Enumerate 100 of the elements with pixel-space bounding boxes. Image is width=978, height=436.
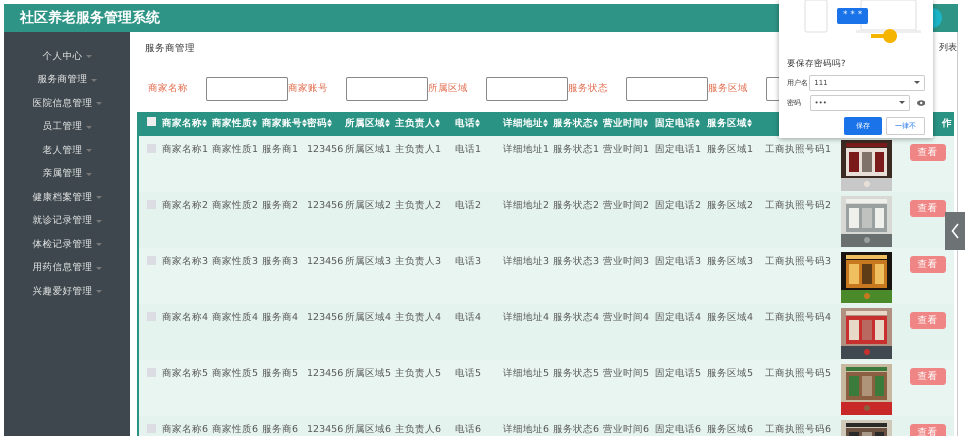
table-cell: 商家名称4 (160, 304, 210, 360)
table-cell: 电话2 (453, 192, 501, 248)
column-header[interactable]: 商家名称 (160, 112, 210, 136)
collapse-tab[interactable] (945, 212, 965, 250)
row-checkbox[interactable] (147, 144, 156, 153)
table-cell: 服务区域1 (705, 136, 763, 192)
table-cell: 固定电话4 (653, 304, 705, 360)
column-header[interactable]: 详细地址 (501, 112, 551, 136)
table-cell: 工商执照号码1 (763, 136, 839, 192)
search-field[interactable] (486, 77, 568, 101)
caret-icon (90, 78, 96, 82)
password-mask: * * * (837, 8, 868, 24)
table-cell: 电话3 (453, 248, 501, 304)
table-cell: 电话5 (453, 360, 501, 416)
caret-icon (914, 81, 920, 84)
table-cell: 营业时间4 (601, 304, 653, 360)
popup-title: 要保存密码吗? (787, 58, 847, 71)
table-cell: 电话4 (453, 304, 501, 360)
table-cell: 123456 (305, 304, 343, 360)
table-cell: 固定电话6 (653, 416, 705, 436)
column-header[interactable]: 所属区域 (343, 112, 393, 136)
table-cell: 服务商5 (260, 360, 305, 416)
sidebar-item[interactable]: 亲属管理 (4, 162, 130, 186)
sidebar-item[interactable]: 医院信息管理 (4, 92, 130, 116)
table-cell: 服务状态4 (551, 304, 601, 360)
view-button[interactable]: 查看 (910, 312, 946, 329)
table-cell: 123456 (305, 360, 343, 416)
sort-icon (252, 119, 257, 128)
search-field[interactable] (346, 77, 428, 101)
sort-icon (475, 119, 480, 128)
view-button[interactable]: 查看 (910, 200, 946, 217)
table-cell: 所属区域1 (343, 136, 393, 192)
column-header[interactable]: 电话 (453, 112, 501, 136)
sidebar-item[interactable]: 兴趣爱好管理 (4, 280, 130, 304)
table-cell: 服务商3 (260, 248, 305, 304)
table-cell: 123456 (305, 248, 343, 304)
view-button[interactable]: 查看 (910, 424, 946, 436)
sidebar-item[interactable]: 体检记录管理 (4, 233, 130, 256)
table-cell: 服务商4 (260, 304, 305, 360)
select-all-checkbox[interactable] (147, 116, 156, 126)
column-header[interactable]: 商家账号 (260, 112, 305, 136)
table-cell: 所属区域5 (343, 360, 393, 416)
table-cell: 主负责人2 (393, 192, 453, 248)
caret-icon (96, 243, 102, 246)
column-header[interactable]: 主负责人 (393, 112, 453, 136)
table-cell: 123456 (305, 416, 343, 436)
sidebar-item[interactable]: 健康档案管理 (4, 186, 130, 210)
column-header[interactable]: 营业时间 (601, 112, 653, 136)
caret-icon (86, 172, 92, 176)
sidebar-item[interactable]: 个人中心 (4, 45, 130, 68)
column-header[interactable]: 服务状态 (551, 112, 601, 136)
table-cell: 商家性质3 (210, 248, 260, 304)
caret-icon (96, 266, 102, 270)
sidebar-item[interactable]: 员工管理 (4, 116, 130, 139)
table-cell: 商家性质6 (210, 416, 260, 436)
table-cell: 营业时间6 (601, 416, 653, 436)
table-cell: 营业时间2 (601, 192, 653, 248)
sort-icon (747, 119, 752, 128)
table-cell: 服务区域4 (705, 304, 763, 360)
caret-icon (86, 149, 92, 152)
table-cell: 主负责人4 (393, 304, 453, 360)
table-cell: 商家性质5 (210, 360, 260, 416)
table-cell: 商家名称3 (160, 248, 210, 304)
list-link[interactable]: 列表 (939, 42, 957, 56)
view-button[interactable]: 查看 (910, 144, 946, 161)
sidebar-item[interactable]: 服务商管理 (4, 68, 130, 92)
sort-icon (385, 119, 390, 128)
search-field[interactable] (206, 77, 288, 101)
eye-icon[interactable] (916, 100, 925, 106)
table-cell: 所属区域4 (343, 304, 393, 360)
table-cell: 商家名称6 (160, 416, 210, 436)
column-header[interactable]: 固定电话 (653, 112, 705, 136)
view-button[interactable]: 查看 (910, 368, 946, 385)
table-cell: 服务状态5 (551, 360, 601, 416)
table-cell: 所属区域6 (343, 416, 393, 436)
view-button[interactable]: 查看 (910, 256, 946, 273)
row-checkbox[interactable] (147, 368, 156, 377)
table-cell: 主负责人3 (393, 248, 453, 304)
column-header[interactable]: 商家性质 (210, 112, 260, 136)
row-checkbox[interactable] (147, 256, 156, 265)
breadcrumb: 服务商管理 (145, 42, 195, 56)
table-cell: 营业时间5 (601, 360, 653, 416)
table-cell: 123456 (305, 136, 343, 192)
sidebar-item[interactable]: 就诊记录管理 (4, 210, 130, 233)
table-cell: 工商执照号码2 (763, 192, 839, 248)
column-header[interactable]: 密码 (305, 112, 343, 136)
table-cell: 工商执照号码3 (763, 248, 839, 304)
table-cell: 商家名称2 (160, 192, 210, 248)
search-field[interactable] (626, 77, 708, 101)
sort-icon (643, 119, 648, 128)
table-cell: 固定电话5 (653, 360, 705, 416)
field-label: 服务状态 (568, 82, 609, 96)
table-cell: 详细地址3 (501, 248, 551, 304)
table-cell: 123456 (305, 192, 343, 248)
table-cell: 商家性质1 (210, 136, 260, 192)
sidebar-item[interactable]: 用药信息管理 (4, 256, 130, 280)
sidebar-item[interactable]: 老人管理 (4, 139, 130, 162)
table-cell: 工商执照号码4 (763, 304, 839, 360)
column-header[interactable]: 服务区域 (705, 112, 763, 136)
caret-icon (898, 101, 905, 104)
